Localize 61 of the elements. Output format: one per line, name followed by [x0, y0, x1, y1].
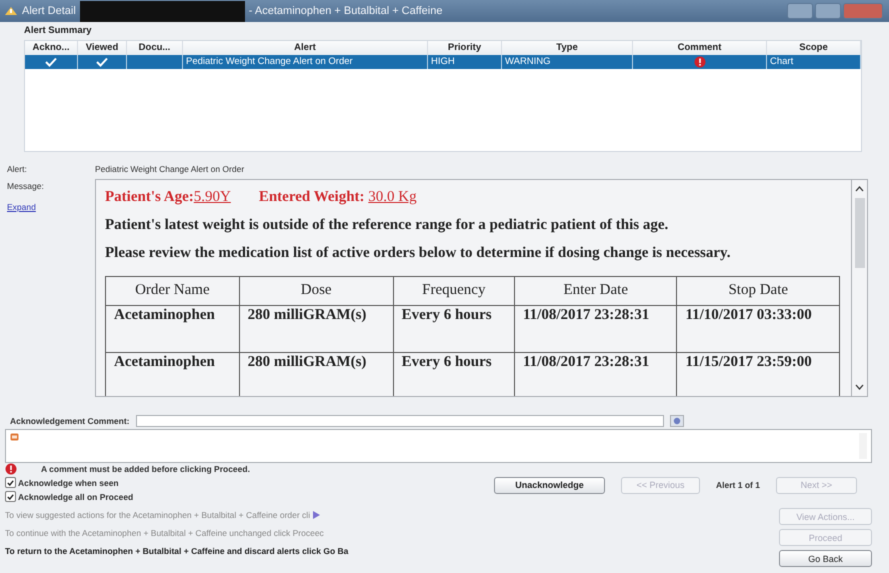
column-header[interactable]: Viewed: [78, 41, 127, 55]
instruction-text: To return to the Acetaminophen + Butalbital + Caffeine and discard alerts click Go Ba: [5, 546, 348, 556]
spellcheck-button[interactable]: [670, 415, 684, 427]
column-header[interactable]: Ackno...: [25, 41, 78, 55]
comment-field[interactable]: [136, 415, 664, 427]
column-header[interactable]: Type: [502, 41, 633, 55]
app-icon: [4, 5, 18, 17]
checkbox[interactable]: [5, 477, 16, 488]
column-header[interactable]: Comment: [633, 41, 767, 55]
action-button[interactable]: Go Back: [779, 550, 872, 567]
table-cell: Acetaminophen: [106, 305, 240, 352]
checkbox-label: Acknowledge when seen: [18, 478, 119, 488]
column-header[interactable]: Docu...: [127, 41, 183, 55]
comment-area[interactable]: [5, 429, 872, 463]
table-cell: Chart: [767, 55, 861, 69]
scroll-up-icon[interactable]: [855, 186, 864, 192]
column-header[interactable]: Scope: [767, 41, 861, 55]
message-text: Patient's latest weight is outside of the reference range for a pediatric patient of this age.: [105, 216, 670, 234]
table-cell: Pediatric Weight Change Alert on Order: [183, 55, 428, 69]
table-cell: Acetaminophen: [106, 352, 240, 396]
column-header: Frequency: [393, 276, 514, 306]
field-label: Alert:: [6, 164, 28, 176]
action-button[interactable]: Unacknowledge: [494, 476, 605, 494]
minimize-button[interactable]: [787, 3, 813, 19]
alert-counter: Alert 1 of 1: [716, 480, 760, 490]
table-cell: 11/10/2017 03:33:00: [676, 305, 840, 352]
maximize-button[interactable]: [815, 3, 841, 19]
patient-age: Patient's Age:5.90Y: [105, 189, 231, 206]
warning-message: A comment must be added before clicking Proceed.: [41, 464, 250, 474]
checkbox-label: Acknowledge all on Proceed: [18, 492, 134, 502]
scroll-thumb[interactable]: [854, 198, 864, 268]
instruction-text: To continue with the Acetaminophen + Butalbital + Caffeine unchanged click Proceec: [5, 528, 324, 538]
column-header[interactable]: Alert: [183, 41, 428, 55]
field-label: Acknowledgement Comment:: [10, 416, 130, 426]
alert-name: Pediatric Weight Change Alert on Order: [95, 164, 246, 176]
window-title: Alert Detail: [22, 5, 76, 17]
table-cell: WARNING: [502, 55, 633, 69]
scroll-down-icon[interactable]: [855, 384, 864, 390]
table-cell: HIGH: [428, 55, 502, 69]
section-title: Alert Summary: [24, 25, 93, 36]
column-header: Dose: [239, 276, 394, 306]
column-header[interactable]: Priority: [428, 41, 502, 55]
message-text: Please review the medication list of active orders below to determine if dosing change is necessary.: [105, 244, 732, 262]
expand-link[interactable]: Expand: [7, 202, 36, 212]
table-cell: 11/08/2017 23:28:31: [514, 305, 677, 352]
window-subtitle: - Acetaminophen + Butalbital + Caffeine: [248, 5, 442, 17]
instruction-text: To view suggested actions for the Acetaminophen + Butalbital + Caffeine order cli: [5, 510, 310, 520]
column-header: Order Name: [106, 276, 240, 306]
field-label: Message:: [7, 181, 44, 191]
table-cell: Every 6 hours: [393, 305, 514, 352]
checkbox[interactable]: [5, 491, 16, 502]
scrollbar[interactable]: [852, 179, 868, 397]
table-cell: 280 milliGRAM(s): [239, 305, 394, 352]
alert-row[interactable]: Pediatric Weight Change Alert on Order HIGH WARNING Chart: [25, 55, 861, 69]
play-icon[interactable]: [313, 511, 320, 519]
close-button[interactable]: [843, 3, 883, 19]
entered-weight: Entered Weight: 30.0 Kg: [258, 189, 417, 206]
exclamation-icon: [5, 463, 17, 475]
note-icon: [10, 433, 19, 441]
column-header: Stop Date: [676, 276, 840, 306]
column-header: Enter Date: [514, 276, 677, 306]
